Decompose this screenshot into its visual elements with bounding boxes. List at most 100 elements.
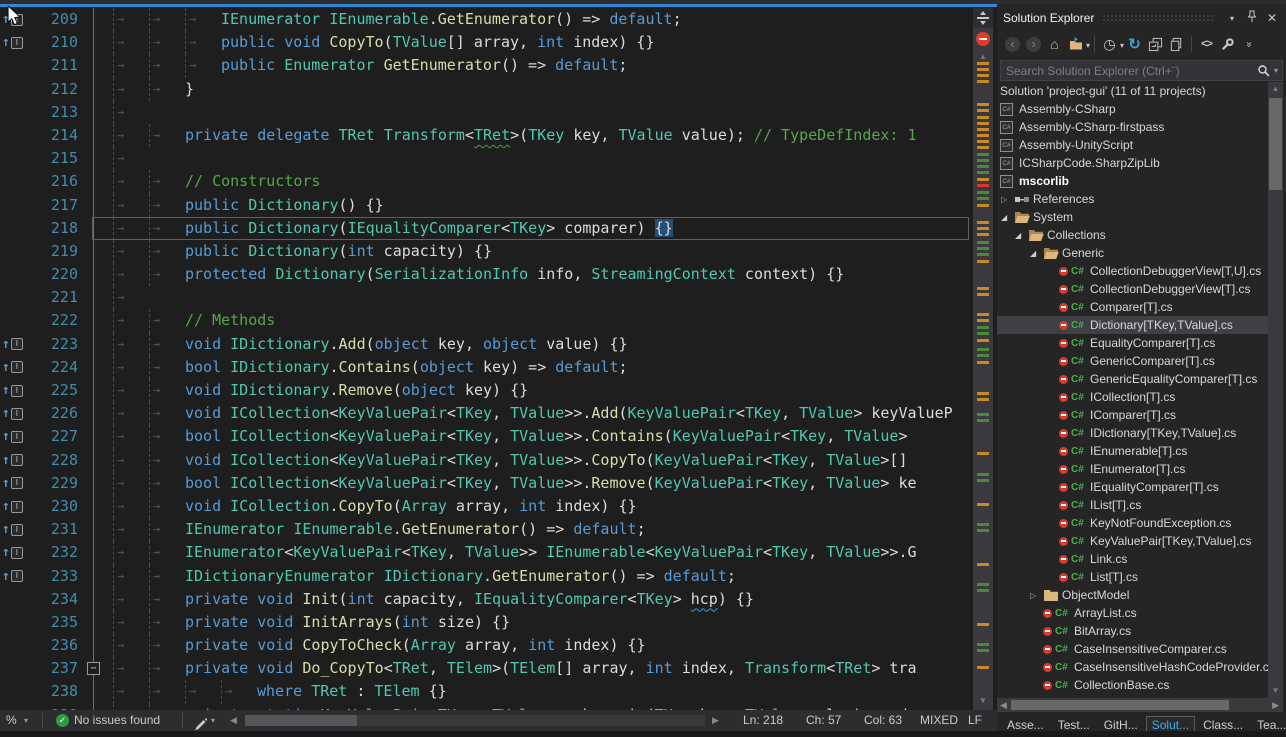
outlining-margin[interactable] xyxy=(86,680,98,703)
tree-item[interactable]: Solution 'project-gui' (11 of 11 project… xyxy=(997,82,1268,100)
outlining-margin[interactable] xyxy=(86,565,98,588)
glyph-margin[interactable] xyxy=(0,240,28,263)
caret-icon[interactable]: ▾ xyxy=(1086,37,1090,51)
glyph-margin[interactable] xyxy=(0,286,28,309)
tree-item[interactable]: ◢System xyxy=(997,208,1268,226)
code-text[interactable]: →→// Constructors xyxy=(98,170,320,193)
glyph-margin[interactable] xyxy=(0,588,28,611)
code-line[interactable]: 220→→protected Dictionary(SerializationI… xyxy=(0,263,973,286)
tree-item[interactable]: C#Assembly-CSharp xyxy=(997,100,1268,118)
tree-item[interactable]: C#BitArray.cs xyxy=(997,622,1268,640)
code-text[interactable]: →→public Dictionary(int capacity) {} xyxy=(98,240,492,263)
code-line[interactable]: ↑I226→→void ICollection<KeyValuePair<TKe… xyxy=(0,402,973,425)
tree-item[interactable]: ▷References xyxy=(997,190,1268,208)
line-number[interactable]: 211 xyxy=(28,54,86,77)
tree-item[interactable]: C#ArrayList.cs xyxy=(997,604,1268,622)
tree-scroll-right[interactable]: ▶ xyxy=(1272,700,1279,711)
scroll-down-arrow[interactable]: ▼ xyxy=(973,696,993,705)
code-line[interactable]: 219→→public Dictionary(int capacity) {} xyxy=(0,240,973,263)
line-number[interactable]: 235 xyxy=(28,611,86,634)
back-button[interactable]: ‹ xyxy=(1002,33,1023,55)
glyph-margin[interactable] xyxy=(0,611,28,634)
code-text[interactable]: → xyxy=(98,147,149,170)
tree-item[interactable]: C#List[T].cs xyxy=(997,568,1268,586)
tree-item[interactable]: C#ICSharpCode.SharpZipLib xyxy=(997,154,1268,172)
line-number[interactable]: 237 xyxy=(28,657,86,680)
code-line[interactable]: ↑I228→→void ICollection<KeyValuePair<TKe… xyxy=(0,449,973,472)
glyph-margin[interactable] xyxy=(0,263,28,286)
outlining-margin[interactable]: − xyxy=(86,657,98,680)
tree-item[interactable]: C#IComparer[T].cs xyxy=(997,406,1268,424)
code-line[interactable]: 217→→public Dictionary() {} xyxy=(0,194,973,217)
column-indicator[interactable]: Col: 63 xyxy=(864,710,902,731)
code-text[interactable]: →→protected Dictionary(SerializationInfo… xyxy=(98,263,844,286)
code-text[interactable]: →→void IDictionary.Remove(object key) {} xyxy=(98,379,528,402)
tree-item[interactable]: C#IEnumerable[T].cs xyxy=(997,442,1268,460)
code-line[interactable]: ↑I223→→void IDictionary.Add(object key, … xyxy=(0,333,973,356)
line-number[interactable]: 233 xyxy=(28,565,86,588)
tree-item[interactable]: C#mscorlib xyxy=(997,172,1268,190)
outlining-margin[interactable] xyxy=(86,217,98,240)
code-text[interactable]: →→bool IDictionary.Contains(object key) … xyxy=(98,356,628,379)
tree-item[interactable]: C#IEqualityComparer[T].cs xyxy=(997,478,1268,496)
hscroll-right-arrow[interactable]: ▶ xyxy=(712,710,719,731)
code-line[interactable]: ↑I209→→→IEnumerator IEnumerable.GetEnume… xyxy=(0,8,973,31)
tree-item[interactable]: C#Dictionary[TKey,TValue].cs xyxy=(997,316,1268,334)
code-line[interactable]: 213→ xyxy=(0,101,973,124)
home-button[interactable]: ⌂ xyxy=(1044,33,1065,55)
code-text[interactable]: →→IDictionaryEnumerator IDictionary.GetE… xyxy=(98,565,736,588)
tree-item[interactable]: C#IList[T].cs xyxy=(997,496,1268,514)
chevron-expanded-icon[interactable]: ◢ xyxy=(1030,249,1043,258)
pending-changes-button[interactable]: ◷ xyxy=(1099,33,1120,55)
outlining-margin[interactable] xyxy=(86,170,98,193)
tree-horizontal-scrollbar[interactable]: ◀ ▶ xyxy=(997,698,1283,712)
implements-interface-icon[interactable]: ↑ xyxy=(2,407,10,420)
tree-item[interactable]: C#CollectionDebuggerView[T,U].cs xyxy=(997,262,1268,280)
close-icon[interactable]: ✕ xyxy=(1262,11,1282,25)
line-number[interactable]: 217 xyxy=(28,194,86,217)
glyph-margin[interactable] xyxy=(0,54,28,77)
code-line[interactable]: ↑I210→→→public void CopyTo(TValue[] arra… xyxy=(0,31,973,54)
tree-item[interactable]: ◢Generic xyxy=(997,244,1268,262)
tree-item[interactable]: C#CollectionBase.cs xyxy=(997,676,1268,694)
glyph-margin[interactable]: ↑I xyxy=(0,472,28,495)
encoding-indicator[interactable]: MIXED xyxy=(920,710,958,731)
code-text[interactable]: → xyxy=(98,101,149,124)
line-indicator[interactable]: Ln: 218 xyxy=(743,710,783,731)
tree-item[interactable]: C#CaseInsensitiveHashCodeProvider.cs xyxy=(997,658,1268,676)
tree-item[interactable]: C#GenericComparer[T].cs xyxy=(997,352,1268,370)
outlining-margin[interactable] xyxy=(86,31,98,54)
code-text[interactable]: →→bool ICollection<KeyValuePair<TKey, TV… xyxy=(98,472,917,495)
code-text[interactable]: →→} xyxy=(98,78,194,101)
line-number[interactable]: 226 xyxy=(28,402,86,425)
line-number[interactable]: 221 xyxy=(28,286,86,309)
code-line[interactable]: ↑I232→→IEnumerator<KeyValuePair<TKey, TV… xyxy=(0,541,973,564)
line-number[interactable]: 212 xyxy=(28,78,86,101)
glyph-margin[interactable]: ↑I xyxy=(0,425,28,448)
outlining-margin[interactable] xyxy=(86,309,98,332)
implements-interface-icon[interactable]: ↑ xyxy=(2,570,10,583)
code-line[interactable]: 236→→private void CopyToCheck(Array arra… xyxy=(0,634,973,657)
code-text[interactable]: →→IEnumerator<KeyValuePair<TKey, TValue>… xyxy=(98,541,917,564)
outlining-margin[interactable] xyxy=(86,147,98,170)
outlining-margin[interactable] xyxy=(86,495,98,518)
tree-item[interactable]: C#GenericEqualityComparer[T].cs xyxy=(997,370,1268,388)
code-line[interactable]: 214→→private delegate TRet Transform<TRe… xyxy=(0,124,973,147)
code-line[interactable]: 221→ xyxy=(0,286,973,309)
code-line[interactable]: 215→ xyxy=(0,147,973,170)
line-number[interactable]: 223 xyxy=(28,333,86,356)
cleanup-caret-icon[interactable]: ▾ xyxy=(211,710,215,731)
scroll-up-arrow[interactable]: ▲ xyxy=(973,52,993,61)
glyph-margin[interactable] xyxy=(0,657,28,680)
code-line[interactable]: 216→→// Constructors xyxy=(0,170,973,193)
glyph-margin[interactable] xyxy=(0,309,28,332)
code-text[interactable]: →→void ICollection.CopyTo(Array array, i… xyxy=(98,495,637,518)
glyph-margin[interactable]: ↑I xyxy=(0,356,28,379)
glyph-margin[interactable]: ↑I xyxy=(0,31,28,54)
code-line[interactable]: ↑I227→→bool ICollection<KeyValuePair<TKe… xyxy=(0,425,973,448)
line-number[interactable]: 230 xyxy=(28,495,86,518)
search-input[interactable]: Search Solution Explorer (Ctrl+¨) xyxy=(1001,64,1257,78)
glyph-margin[interactable] xyxy=(0,170,28,193)
code-text[interactable]: →→→public void CopyTo(TValue[] array, in… xyxy=(98,31,655,54)
glyph-margin[interactable] xyxy=(0,147,28,170)
